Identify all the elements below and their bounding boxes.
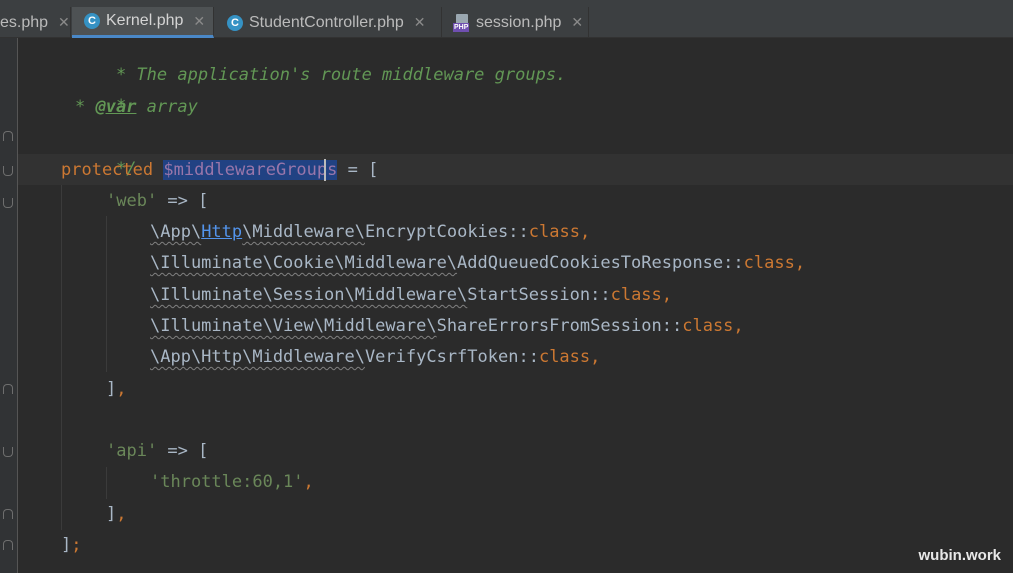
close-icon[interactable]: ✕ <box>571 14 583 31</box>
code-line-9: \Illuminate\Session\Middleware\StartSess… <box>150 285 673 305</box>
class-c-icon: C <box>84 13 100 29</box>
code-line-2: * <box>115 96 127 116</box>
fold-marker-icon[interactable] <box>3 198 13 208</box>
indent-guide <box>106 467 107 499</box>
fold-marker-icon[interactable] <box>3 384 13 394</box>
code-line-4: */ <box>115 159 137 179</box>
http-link[interactable]: Http <box>201 222 242 242</box>
close-icon[interactable]: ✕ <box>193 13 205 30</box>
text-caret <box>324 159 326 181</box>
indent-guide <box>106 216 107 372</box>
selected-variable: $middlewareGroups <box>163 160 338 180</box>
code-line-1: * The application's route middleware gro… <box>115 65 567 85</box>
code-line-16: ], <box>106 504 127 524</box>
fold-marker-icon[interactable] <box>3 540 13 550</box>
code-line-10: \Illuminate\View\Middleware\ShareErrorsF… <box>150 316 744 336</box>
editor-gutter <box>0 38 18 573</box>
code-line-14: 'api' => [ <box>106 441 209 461</box>
tab-label: es.php <box>0 13 49 31</box>
fold-marker-icon[interactable] <box>3 509 13 519</box>
watermark: wubin.work <box>918 547 1002 564</box>
indent-guide <box>61 185 62 530</box>
fold-marker-icon[interactable] <box>3 131 13 141</box>
tab-label: Kernel.php <box>106 12 184 29</box>
code-line-15: 'throttle:60,1', <box>150 472 314 492</box>
code-line-6: 'web' => [ <box>106 191 209 211</box>
code-line-12: ], <box>106 379 127 399</box>
fold-marker-icon[interactable] <box>3 447 13 457</box>
code-line-8: \Illuminate\Cookie\Middleware\AddQueuedC… <box>150 253 806 273</box>
code-line-3: * @var array <box>75 97 198 117</box>
code-line-5: protected $middlewareGroups = [ <box>61 160 379 180</box>
close-icon[interactable]: ✕ <box>58 14 70 31</box>
code-line-11: \App\Http\Middleware\VerifyCsrfToken::cl… <box>150 347 601 367</box>
tab-routes-php[interactable]: es.php ✕ <box>0 7 71 38</box>
fold-marker-icon[interactable] <box>3 166 13 176</box>
code-line-7: \App\Http\Middleware\EncryptCookies::cla… <box>150 222 591 242</box>
code-line-17: ]; <box>61 535 82 555</box>
